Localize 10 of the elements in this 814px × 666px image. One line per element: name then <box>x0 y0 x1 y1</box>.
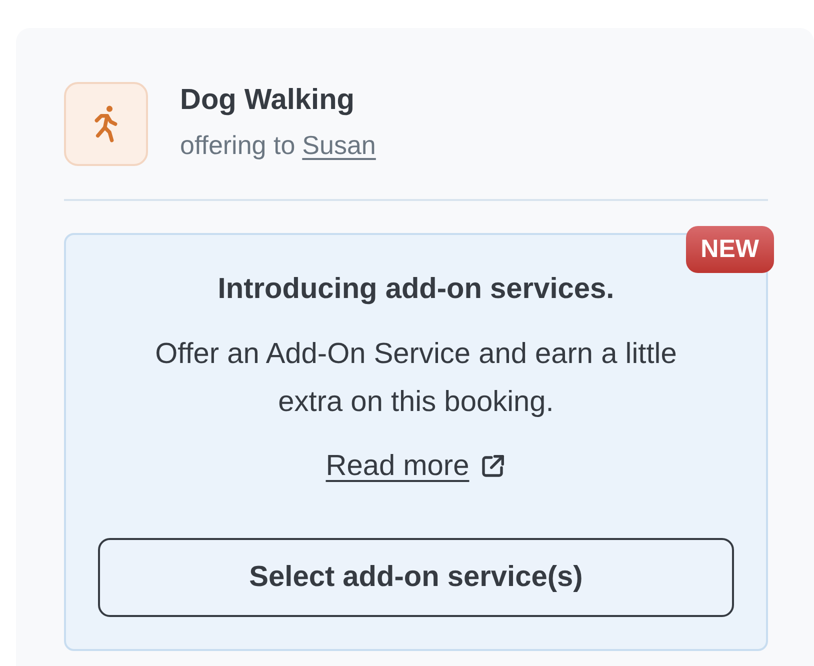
promo-text: Offer an Add-On Service and earn a little extra on this booking. <box>154 337 678 420</box>
select-add-on-button[interactable]: Select add-on service(s) <box>98 538 734 617</box>
client-link[interactable]: Susan <box>302 127 376 163</box>
walking-person-icon <box>64 82 148 166</box>
service-title: Dog Walking <box>180 83 356 118</box>
external-link-icon <box>479 452 506 480</box>
promo-heading: Introducing add-on services. <box>218 272 614 307</box>
offering-label: offering to <box>180 129 296 162</box>
new-badge: NEW <box>686 226 774 273</box>
read-more-link[interactable]: Read more <box>326 447 470 485</box>
